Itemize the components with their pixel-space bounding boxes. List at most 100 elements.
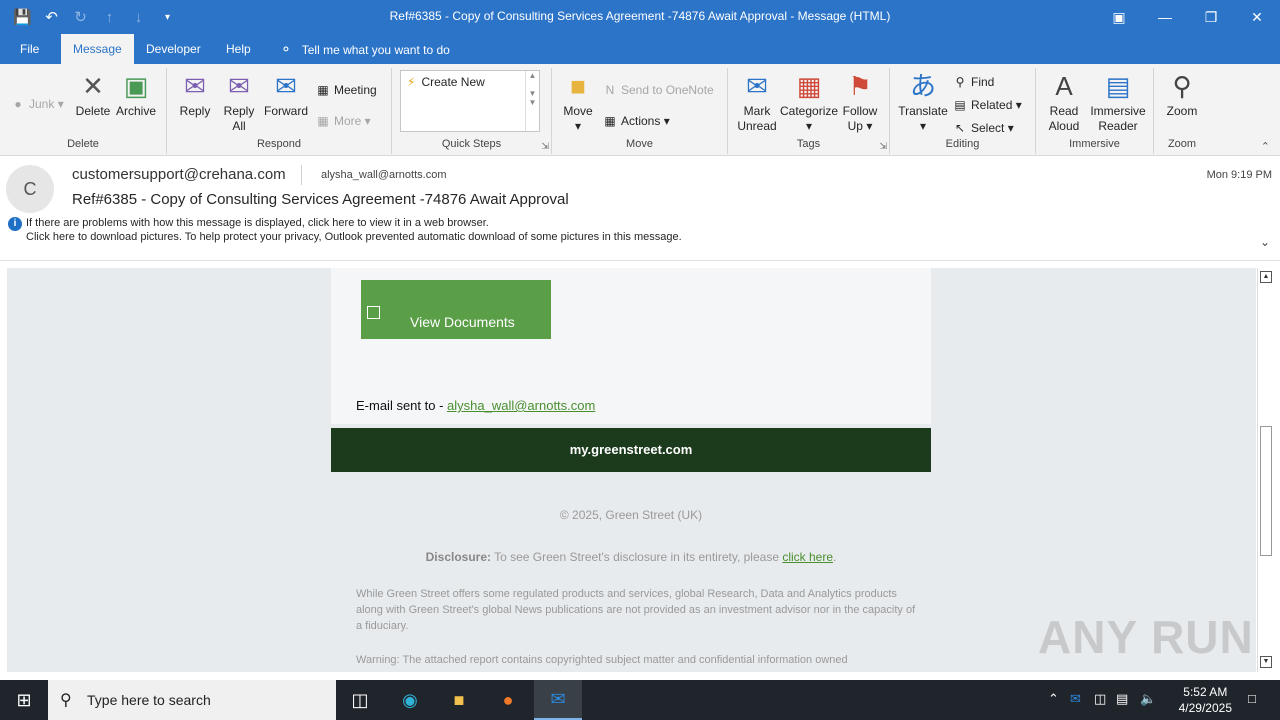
device-icon[interactable]: ◫ <box>1094 691 1106 707</box>
read-aloud-icon: A <box>1055 71 1073 101</box>
meeting-button[interactable]: ▦ Meeting <box>315 80 376 100</box>
view-documents-label: View Documents <box>410 314 515 330</box>
translate-button[interactable]: あ Translate ▾ <box>898 70 948 134</box>
disclosure-label: Disclosure: <box>425 550 491 564</box>
volume-icon[interactable]: 🔈 <box>1140 691 1156 707</box>
group-quick-steps-label: Quick Steps <box>441 138 502 150</box>
scroll-thumb[interactable] <box>1260 426 1272 556</box>
quick-step-create-new[interactable]: ⚡ Create New <box>407 75 485 89</box>
network-icon[interactable]: ▤ <box>1116 691 1128 707</box>
disclosure-text: To see Green Street's disclosure in its … <box>491 550 783 564</box>
firefox-icon[interactable]: ● <box>484 680 532 720</box>
banner-link[interactable]: my.greenstreet.com <box>331 428 931 472</box>
group-delete-label: Delete <box>67 138 99 150</box>
window-controls: ▣ — ❐ ✕ <box>1096 0 1280 34</box>
group-respond: ✉ Reply ✉ Reply All ✉ Forward ▦ Meeting ▦… <box>167 68 392 154</box>
email-card: View Documents E-mail sent to - alysha_w… <box>331 268 931 424</box>
group-tags-label: Tags <box>796 138 821 150</box>
close-button[interactable]: ✕ <box>1234 0 1280 34</box>
tab-help[interactable]: Help <box>214 34 263 64</box>
file-explorer-icon[interactable]: ■ <box>435 680 483 720</box>
quick-steps-gallery: ⚡ Create New ▲ ▼ ▼ <box>400 70 540 132</box>
view-documents-button[interactable]: View Documents <box>361 280 551 339</box>
scroll-up-icon[interactable]: ▲ <box>1260 271 1272 283</box>
scroll-down-icon[interactable]: ▼ <box>1260 656 1272 668</box>
reply-all-button[interactable]: ✉ Reply All <box>221 70 257 134</box>
junk-icon: ● <box>14 97 22 111</box>
outlook-icon[interactable]: ✉ <box>534 680 582 720</box>
sent-to-line: E-mail sent to - alysha_wall@arnotts.com <box>356 398 595 413</box>
lightbulb-icon: ⚬ <box>280 41 292 57</box>
tab-developer[interactable]: Developer <box>134 34 213 64</box>
group-immersive-label: Immersive <box>1069 138 1120 150</box>
delete-button[interactable]: ✕ Delete <box>74 70 112 119</box>
select-button[interactable]: ↖ Select ▾ <box>952 118 1014 138</box>
legal-paragraph: While Green Street offers some regulated… <box>356 588 916 632</box>
more-button[interactable]: ▦ More ▾ <box>315 111 370 131</box>
forward-icon: ✉ <box>275 71 297 101</box>
actions-button[interactable]: ▦ Actions ▾ <box>602 111 669 131</box>
junk-button[interactable]: ● Junk ▾ <box>10 94 63 114</box>
group-delete: ● Junk ▾ ✕ Delete ▣ Archive Delete <box>0 68 167 154</box>
tags-launcher-icon[interactable]: ⇲ <box>879 141 887 152</box>
taskbar-clock[interactable]: 5:52 AM 4/29/2025 <box>1179 684 1232 716</box>
find-button[interactable]: ⚲ Find <box>952 72 995 92</box>
sent-to-email-link[interactable]: alysha_wall@arnotts.com <box>447 398 595 413</box>
archive-icon: ▣ <box>123 71 149 101</box>
taskbar-search[interactable]: ⚲ Type here to search <box>48 680 336 720</box>
copyright: © 2025, Green Street (UK) <box>559 508 703 522</box>
outlook-tray-icon[interactable]: ✉ <box>1070 691 1081 707</box>
group-zoom-label: Zoom <box>1167 138 1197 150</box>
title-bar: 💾 ↶ ↻ ↑ ↓ ▾ Ref#6385 - Copy of Consultin… <box>0 0 1280 34</box>
quick-steps-launcher-icon[interactable]: ⇲ <box>541 141 549 152</box>
categorize-button[interactable]: ▦ Categorize ▾ <box>780 70 838 134</box>
disclosure-link[interactable]: click here <box>782 550 833 564</box>
recipient-address[interactable]: alysha_wall@arnotts.com <box>321 169 447 181</box>
sender-address[interactable]: customersupport@crehana.com <box>72 166 286 183</box>
info-bar-browser[interactable]: If there are problems with how this mess… <box>26 217 489 229</box>
related-icon: ▤ <box>954 98 966 112</box>
tab-message[interactable]: Message <box>61 34 134 64</box>
windows-start-icon[interactable]: ⊞ <box>0 680 48 720</box>
disclosure-end: . <box>833 550 837 564</box>
notifications-icon[interactable]: □ <box>1248 691 1256 706</box>
quick-steps-scrollbar[interactable]: ▲ ▼ ▼ <box>525 71 539 131</box>
group-respond-label: Respond <box>256 138 302 150</box>
follow-up-button[interactable]: ⚑ Follow Up ▾ <box>840 70 880 134</box>
forward-button[interactable]: ✉ Forward <box>263 70 309 119</box>
tell-me-label: Tell me what you want to do <box>301 43 450 57</box>
categorize-icon: ▦ <box>796 71 822 101</box>
move-button[interactable]: ■ Move ▾ <box>560 70 596 134</box>
avatar: C <box>6 165 54 213</box>
reply-button[interactable]: ✉ Reply <box>177 70 213 119</box>
image-placeholder-icon <box>367 306 380 319</box>
minimize-button[interactable]: — <box>1142 0 1188 34</box>
mark-unread-button[interactable]: ✉ Mark Unread <box>734 70 780 134</box>
group-move: ■ Move ▾ N Send to OneNote ▦ Actions ▾ Move <box>552 68 728 154</box>
delete-icon: ✕ <box>82 71 104 101</box>
ribbon-display-options-icon[interactable]: ▣ <box>1096 0 1142 34</box>
tell-me-search[interactable]: ⚬ Tell me what you want to do <box>280 34 450 64</box>
zoom-button[interactable]: ⚲ Zoom <box>1162 70 1202 119</box>
chevron-down-icon[interactable]: ⌄ <box>1260 235 1270 249</box>
send-to-onenote-button[interactable]: N Send to OneNote <box>602 80 714 100</box>
read-aloud-button[interactable]: A Read Aloud <box>1044 70 1084 134</box>
related-button[interactable]: ▤ Related ▾ <box>952 95 1021 115</box>
immersive-reader-button[interactable]: ▤ Immersive Reader <box>1088 70 1148 134</box>
taskbar: ⊞ ⚲ Type here to search ◫ ◉ ■ ● ✉ ⌃ ✉ ◫ … <box>0 680 1280 720</box>
task-view-icon[interactable]: ◫ <box>336 680 384 720</box>
reply-icon: ✉ <box>184 71 206 101</box>
system-tray: ⌃ ✉ ◫ ▤ 🔈 □ <box>1040 680 1280 720</box>
tab-file[interactable]: File <box>8 34 51 64</box>
lightning-icon: ⚡ <box>407 75 416 89</box>
sent-to-label: E-mail sent to - <box>356 398 448 413</box>
archive-button[interactable]: ▣ Archive <box>114 70 158 119</box>
anyrun-watermark: ANY RUN <box>1038 611 1254 663</box>
maximize-button[interactable]: ❐ <box>1188 0 1234 34</box>
message-scrollbar[interactable]: ▲ ▼ <box>1257 268 1273 672</box>
show-hidden-icons-icon[interactable]: ⌃ <box>1048 691 1059 707</box>
collapse-ribbon-icon[interactable]: ⌃ <box>1261 140 1270 153</box>
info-bar-pictures[interactable]: Click here to download pictures. To help… <box>26 231 682 243</box>
folder-icon: ■ <box>570 71 586 101</box>
edge-icon[interactable]: ◉ <box>386 680 434 720</box>
